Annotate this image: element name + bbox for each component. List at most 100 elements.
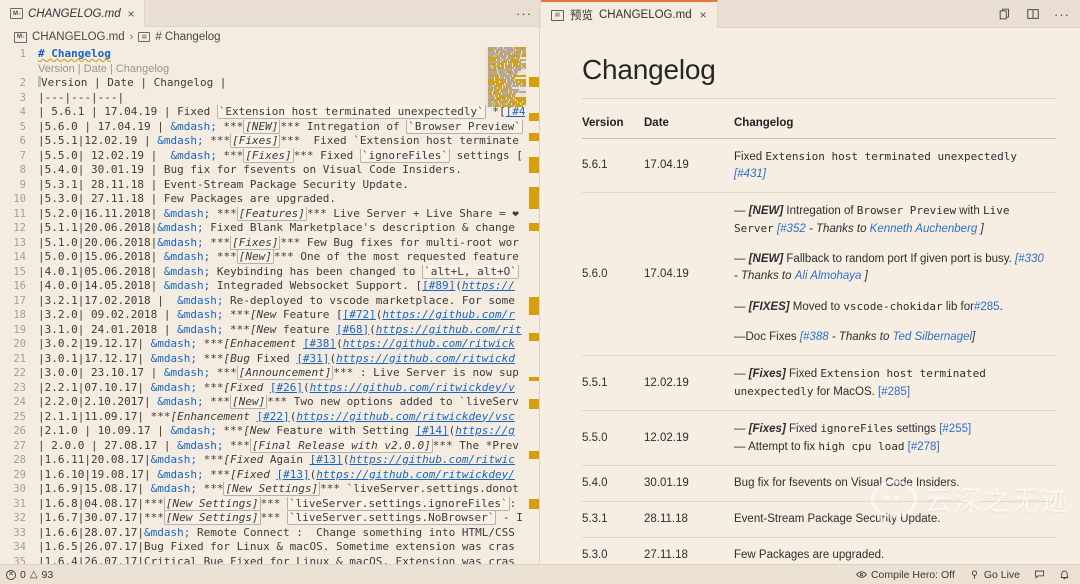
code-line[interactable]: 17 |3.2.1|17.02.2018 | &mdash; Re-deploye… (0, 294, 540, 309)
cell-changelog: Fixed Extension host terminated unexpect… (734, 138, 1056, 193)
line-number: 25 (13, 410, 26, 423)
code-line[interactable]: 6 |5.5.1|12.02.19 | &mdash; *** [Fixes] ***… (0, 134, 540, 149)
code-editor-area[interactable]: 1 # Changelog Version | Date | Changelog 2 V… (0, 47, 540, 564)
issue-link[interactable]: [#285] (878, 386, 910, 398)
line-content: |5.0.0|15.06.2018| &mdash; *** [New] *** O… (38, 250, 519, 264)
cell-changelog: Bug fix for fsevents on Visual Code Insi… (734, 465, 1056, 502)
entry-doc-fixes: —Doc Fixes [#388 - Thanks to Ted Silbern… (734, 329, 1044, 346)
person-link[interactable]: Kenneth Auchenberg (870, 223, 978, 235)
code-line[interactable]: 32 |1.6.7|30.07.17|*** [New Settings] *** `… (0, 511, 540, 526)
breadcrumb-symbol[interactable]: # Changelog (155, 31, 220, 43)
code-line[interactable]: 14 |5.0.0|15.06.2018| &mdash; *** [New] ***… (0, 250, 540, 265)
code-line[interactable]: 31 |1.6.8|04.08.17|*** [New Settings] *** `… (0, 496, 540, 512)
issue-link[interactable]: [#255] (939, 423, 971, 435)
issue-link[interactable]: [#352 (777, 223, 806, 235)
code-line[interactable]: 29 |1.6.10|19.08.17| &mdash; ***[Fixed [#… (0, 468, 540, 483)
open-source-icon[interactable] (998, 7, 1012, 21)
cell-changelog: — [NEW] Intregation of Browser Preview w… (734, 192, 1056, 356)
issue-link[interactable]: [#388 (800, 331, 829, 343)
code-line[interactable]: 7 |5.5.0| 12.02.19 | &mdash; *** [Fixes] **… (0, 148, 540, 164)
breadcrumb-file[interactable]: CHANGELOG.md (32, 31, 125, 43)
code-line[interactable]: 19 |3.1.0| 24.01.2018 | &mdash; ***[New f… (0, 323, 540, 338)
more-actions-icon[interactable]: ··· (516, 6, 532, 21)
overview-ruler-mark (529, 113, 539, 121)
code-line[interactable]: 13 |5.1.0|20.06.2018|&mdash; *** [Fixes] **… (0, 235, 540, 251)
close-icon[interactable]: × (128, 8, 135, 20)
symbol-icon: ▤ (138, 32, 151, 42)
code-line[interactable]: 12 |5.1.1|20.06.2018|&mdash; Fixed Blank … (0, 221, 540, 236)
code-line[interactable]: 1 # Changelog (0, 47, 540, 62)
code-line[interactable]: 10 |5.3.0| 27.11.18 | Few Packages are up… (0, 192, 540, 207)
tab-preview-changelog-md[interactable]: ▤ 预览 CHANGELOG.md × (541, 0, 718, 28)
line-content: |5.1.1|20.06.2018|&mdash; Fixed Blank Ma… (38, 221, 515, 234)
table-header-row: Version Date Changelog (582, 117, 1056, 139)
code-line[interactable]: 33 |1.6.6|28.07.17|&mdash; Remote Connect… (0, 526, 540, 541)
issue-link[interactable]: [#278] (908, 441, 940, 453)
line-number: 5 (19, 120, 26, 133)
line-number: 28 (13, 454, 26, 466)
code-line[interactable]: 26 |2.1.0 | 10.09.17 | &mdash; ***[New Fe… (0, 424, 540, 439)
status-go-live[interactable]: Go Live (969, 569, 1020, 581)
overview-ruler-mark (529, 333, 539, 341)
em-dash: — (734, 331, 746, 343)
markdown-file-icon: M↓ (10, 8, 23, 19)
code-line[interactable]: 18 |3.2.0| 09.02.2018 | &mdash; ***[New F… (0, 308, 540, 323)
feedback-icon[interactable] (1034, 569, 1045, 580)
tab-changelog-md[interactable]: M↓ CHANGELOG.md × (0, 0, 145, 27)
overview-ruler-mark (529, 133, 539, 141)
tag-new: [NEW] (748, 205, 784, 217)
person-link[interactable]: Ali Almohaya (795, 270, 862, 282)
minimap-slider[interactable] (486, 47, 526, 107)
code-line[interactable]: 8 |5.4.0| 30.01.19 | Bug fix for fsevents… (0, 163, 540, 178)
status-compile-hero[interactable]: Compile Hero: Off (856, 569, 955, 581)
line-content: | 2.0.0 | 27.08.17 | &mdash; *** [Final R… (38, 438, 519, 453)
notifications-bell-icon[interactable] (1059, 569, 1070, 580)
close-icon[interactable]: × (700, 9, 707, 21)
preview-content[interactable]: Changelog Version Date Changelog 5.6.1 1… (540, 28, 1080, 564)
line-number: 30 (13, 483, 26, 495)
minimap[interactable] (486, 47, 526, 564)
code-line[interactable]: 5 |5.6.0 | 17.04.19 | &mdash; *** [NEW] ***… (0, 119, 540, 135)
code-line[interactable]: 9 |5.3.1| 28.11.18 | Event-Stream Package… (0, 178, 540, 193)
code-line[interactable]: 4 | 5.6.1 | 17.04.19 | Fixed `Extension h… (0, 105, 540, 120)
tab-label: CHANGELOG.md (28, 7, 121, 20)
code-line[interactable]: 11 |5.2.0|16.11.2018| &mdash; *** [Feature… (0, 206, 540, 222)
code-line[interactable]: 24 |2.2.0|2.10.2017| &mdash; *** [New] *** … (0, 395, 540, 410)
line-content: |3.1.0| 24.01.2018 | &mdash; ***[New fea… (38, 322, 522, 336)
cell-version: 5.3.1 (582, 501, 644, 538)
cell-version: 5.6.0 (582, 192, 644, 356)
status-problems[interactable]: ✕ 0 △ 93 (6, 569, 53, 581)
code-line[interactable]: 3 |---|---|---| (0, 91, 540, 106)
line-content: |2.2.0|2.10.2017| &mdash; *** [New] *** Tw… (38, 395, 519, 409)
overview-ruler-mark (529, 297, 539, 315)
overview-ruler-scrollbar[interactable] (526, 47, 540, 564)
cell-changelog: Event-Stream Package Security Update. (734, 501, 1056, 538)
issue-link[interactable]: [#431] (734, 168, 766, 180)
code-line[interactable]: 21 |3.0.1|17.12.17| &mdash; ***[Bug Fixed… (0, 352, 540, 367)
line-content: Version | Date | Changelog | (38, 76, 226, 91)
error-count: 0 (20, 568, 26, 581)
code-line[interactable]: 20 |3.0.2|19.12.17| &mdash; ***[Enhacemen… (0, 337, 540, 352)
overview-ruler-mark (529, 77, 539, 87)
code-line[interactable]: 27 | 2.0.0 | 27.08.17 | &mdash; *** [Final… (0, 438, 540, 454)
code-line[interactable]: 28 |1.6.11|20.08.17|&mdash; ***[Fixed Aga… (0, 453, 540, 468)
entry-new-browser-preview: — [NEW] Intregation of Browser Preview w… (734, 202, 1044, 238)
code-line[interactable]: 22 |3.0.0| 23.10.17 | &mdash; *** [Announc… (0, 366, 540, 381)
code-line[interactable]: 25 |2.1.1|11.09.17| ***[Enhancement [#22]… (0, 410, 540, 425)
code-line[interactable]: 34 |1.6.5|26.07.17|Bug Fixed for Linux & … (0, 540, 540, 555)
preview-tab-actions: ··· (998, 0, 1070, 28)
line-number: 20 (13, 338, 26, 350)
code-line[interactable]: 15 |4.0.1|05.06.2018| &mdash; Keybinding … (0, 264, 540, 280)
inline-hint-row: Version | Date | Changelog (0, 62, 540, 77)
code-line[interactable]: 30 |1.6.9|15.08.17| &mdash; *** [New Setti… (0, 482, 540, 497)
person-link[interactable]: Ted Silbernagel (893, 331, 973, 343)
split-editor-icon[interactable] (1026, 7, 1040, 21)
issue-link[interactable]: #285 (974, 301, 1000, 313)
code-line[interactable]: 16 |4.0.0|14.05.2018| &mdash; Integraded … (0, 279, 540, 294)
code-line[interactable]: 2 Version | Date | Changelog | (0, 76, 540, 91)
code-line[interactable]: 35 |1.6.4|26.07.17|Critical Bue Fixed for… (0, 555, 540, 565)
line-content: # Changelog (38, 47, 111, 60)
issue-link[interactable]: [#330 (1015, 253, 1044, 265)
more-actions-icon[interactable]: ··· (1054, 7, 1070, 22)
code-line[interactable]: 23 |2.2.1|07.10.17| &mdash; ***[Fixed [#2… (0, 381, 540, 396)
